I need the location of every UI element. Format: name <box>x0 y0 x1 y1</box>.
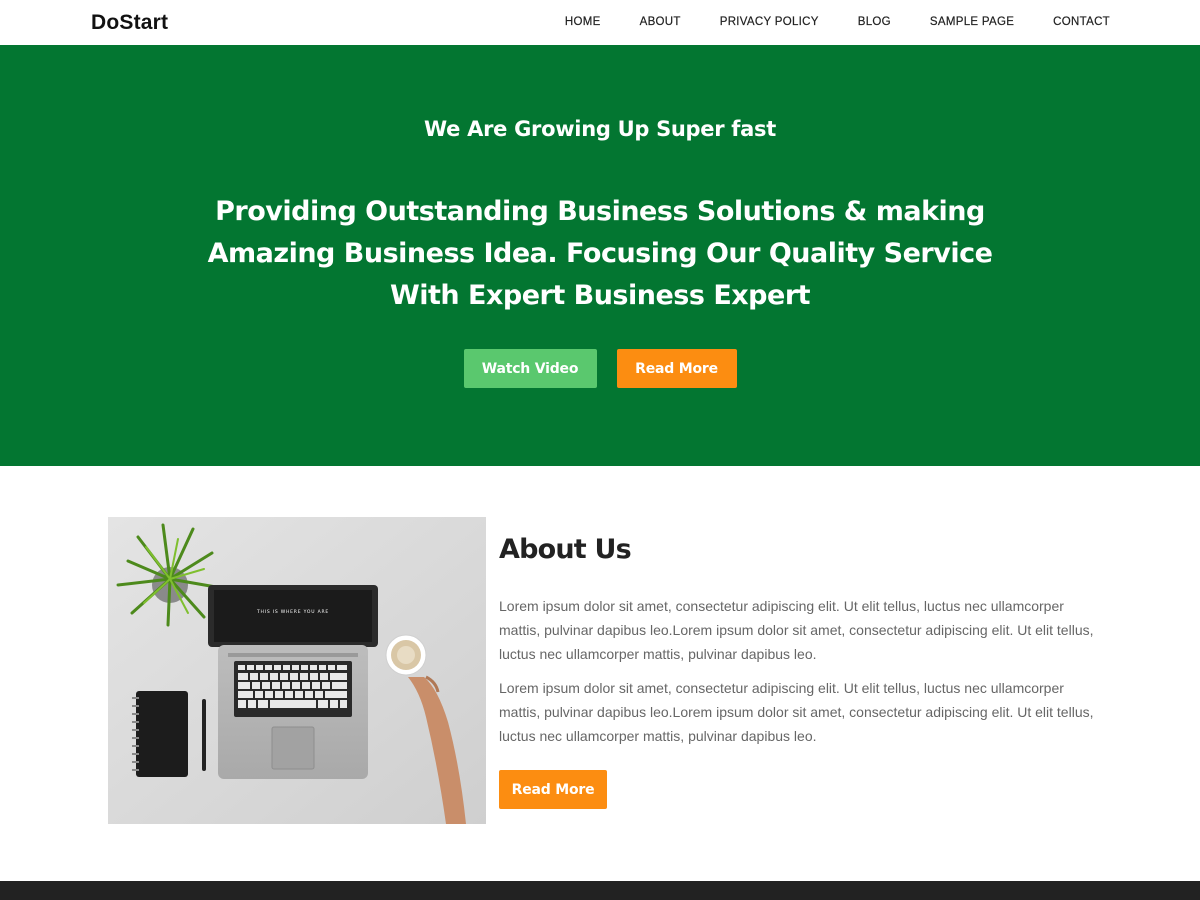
nav-item-sample-page[interactable]: SAMPLE PAGE <box>910 0 1033 45</box>
about-section: About Us Lorem ipsum dolor sit amet, con… <box>499 530 1109 758</box>
about-paragraph: Lorem ipsum dolor sit amet, consectetur … <box>499 680 1094 744</box>
site-footer <box>0 881 1200 900</box>
nav-item-privacy-policy[interactable]: PRIVACY POLICY <box>700 0 838 45</box>
about-read-more-button[interactable]: Read More <box>499 770 607 809</box>
nav-item-contact[interactable]: CONTACT <box>1034 0 1110 45</box>
hero-title: Providing Outstanding Business Solutions… <box>207 196 993 311</box>
site-header: DoStart HOME ABOUT PRIVACY POLICY BLOG S… <box>0 0 1200 45</box>
laptop-icon: THIS IS WHERE YOU ARE <box>208 585 378 779</box>
nav-item-home[interactable]: HOME <box>545 0 620 45</box>
nav-item-about[interactable]: ABOUT <box>620 0 700 45</box>
about-image: THIS IS WHERE YOU ARE <box>108 517 486 824</box>
main-nav: HOME ABOUT PRIVACY POLICY BLOG SAMPLE PA… <box>545 0 1110 45</box>
laptop-screen-text: THIS IS WHERE YOU ARE <box>256 609 329 615</box>
site-logo[interactable]: DoStart <box>91 11 168 35</box>
about-title: About Us <box>499 534 632 565</box>
watch-video-button[interactable]: Watch Video <box>463 349 597 388</box>
about-paragraph: Lorem ipsum dolor sit amet, consectetur … <box>499 598 1094 662</box>
nav-item-blog[interactable]: BLOG <box>838 0 910 45</box>
hero-subtitle: We Are Growing Up Super fast <box>424 117 776 141</box>
hero-section: We Are Growing Up Super fast Providing O… <box>0 45 1200 466</box>
hero-read-more-button[interactable]: Read More <box>616 349 737 388</box>
hero-buttons: Watch Video Read More <box>0 349 1200 388</box>
